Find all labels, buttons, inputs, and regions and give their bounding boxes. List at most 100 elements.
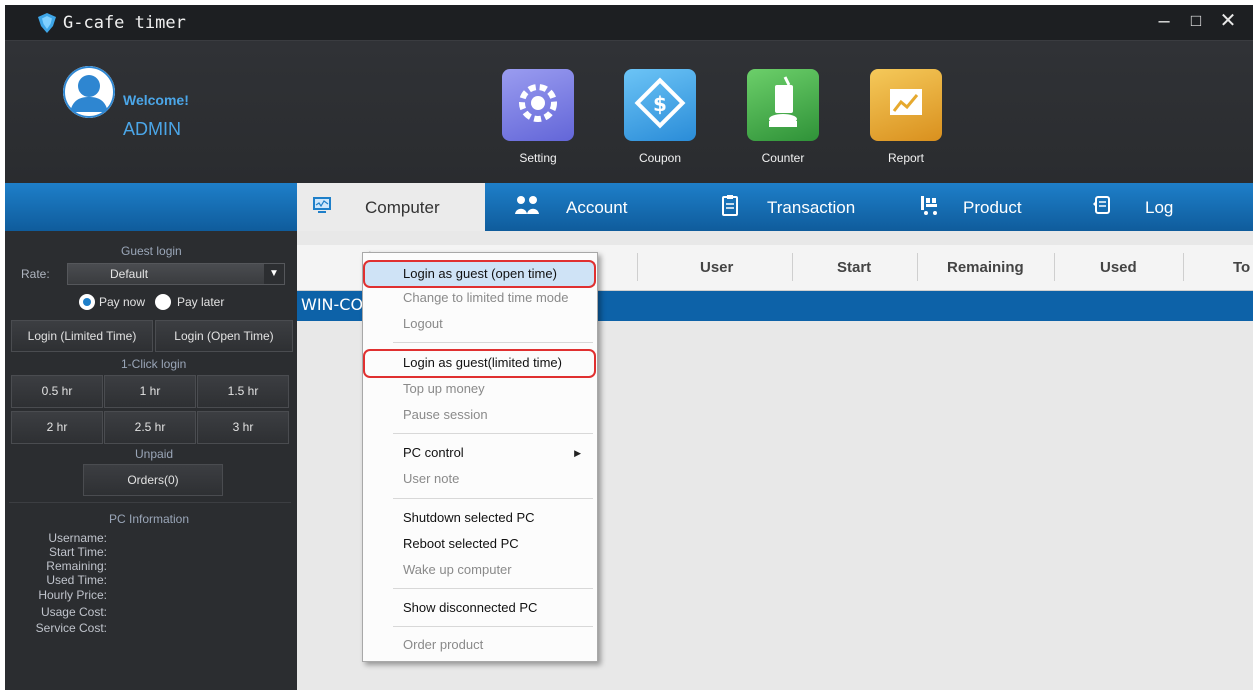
report-button[interactable]: Report (861, 69, 951, 165)
login-limited-button[interactable]: Login (Limited Time) (11, 320, 153, 352)
menu-change-limited[interactable]: Change to limited time mode (365, 286, 595, 310)
tab-bar: Computer Account Transaction Product Log (297, 183, 1253, 231)
user-avatar-icon (63, 66, 115, 118)
setting-label: Setting (519, 151, 557, 165)
menu-show-disconnected[interactable]: Show disconnected PC (365, 596, 595, 620)
menu-item-label: User note (403, 471, 460, 486)
column-separator (917, 253, 918, 281)
users-icon (515, 196, 539, 214)
tab-transaction-label: Transaction (767, 198, 856, 217)
menu-item-label: Order product (403, 637, 484, 652)
duration-3-button[interactable]: 3 hr (197, 411, 289, 444)
header: Welcome! ADMIN Setting $ Coupon Counter … (5, 41, 1253, 183)
tab-log-label: Log (1145, 198, 1174, 217)
tab-log[interactable]: Log (1087, 183, 1207, 231)
report-icon (870, 69, 942, 141)
menu-item-label: Top up money (403, 381, 485, 396)
menu-wake-up[interactable]: Wake up computer (365, 558, 595, 582)
pay-now-radio[interactable] (79, 294, 95, 310)
pc-name: WIN-CO (301, 295, 364, 314)
column-separator (1183, 253, 1184, 281)
app-title: G-cafe timer (63, 13, 186, 33)
cart-icon (921, 196, 937, 215)
duration-1-button[interactable]: 1 hr (104, 375, 196, 408)
duration-1-5-button[interactable]: 1.5 hr (197, 375, 289, 408)
tab-transaction[interactable]: Transaction (705, 183, 885, 231)
guest-login-title: Guest login (121, 244, 182, 258)
duration-2-5-button[interactable]: 2.5 hr (104, 411, 196, 444)
counter-button[interactable]: Counter (738, 69, 828, 165)
menu-order-product[interactable]: Order product (365, 633, 595, 657)
menu-separator (393, 433, 593, 434)
coupon-button[interactable]: $ Coupon (615, 69, 705, 165)
duration-2-button[interactable]: 2 hr (11, 411, 103, 444)
menu-item-label: Reboot selected PC (403, 536, 519, 551)
settings-icon (502, 69, 574, 141)
column-remaining[interactable]: Remaining (947, 259, 1024, 276)
maximize-button[interactable]: □ (1183, 9, 1209, 35)
menu-item-label: Pause session (403, 407, 488, 422)
info-hourly-price-label: Hourly Price: (38, 588, 107, 602)
svg-text:$: $ (653, 92, 667, 116)
admin-name: ADMIN (123, 119, 181, 139)
menu-pc-control[interactable]: PC control ▶ (365, 441, 595, 465)
column-user[interactable]: User (700, 259, 733, 276)
info-username-label: Username: (48, 531, 107, 545)
column-used[interactable]: Used (1100, 259, 1137, 276)
menu-item-label: Wake up computer (403, 562, 512, 577)
pay-later-radio[interactable] (155, 294, 171, 310)
menu-pause-session[interactable]: Pause session (365, 403, 595, 427)
tab-product-label: Product (963, 198, 1022, 217)
menu-user-note[interactable]: User note (365, 467, 595, 491)
tab-computer[interactable]: Computer (297, 183, 485, 231)
close-button[interactable]: ✕ (1215, 9, 1241, 35)
menu-separator (393, 626, 593, 627)
app-window: G-cafe timer – □ ✕ Welcome! ADMIN Settin… (5, 5, 1253, 690)
clipboard-icon (722, 195, 738, 216)
minimize-button[interactable]: – (1151, 9, 1177, 35)
highlight-box (363, 260, 596, 288)
info-start-time-label: Start Time: (48, 545, 107, 559)
menu-item-label: Shutdown selected PC (403, 510, 535, 525)
column-separator (637, 253, 638, 281)
counter-icon (747, 69, 819, 141)
logo-icon (38, 13, 56, 33)
avatar (63, 66, 115, 118)
title-bar: G-cafe timer – □ ✕ (5, 5, 1253, 41)
rate-value: Default (110, 267, 149, 281)
login-open-button[interactable]: Login (Open Time) (155, 320, 293, 352)
chevron-down-icon[interactable]: ▼ (264, 264, 284, 284)
menu-logout[interactable]: Logout (365, 312, 595, 336)
tab-account-label: Account (566, 198, 628, 217)
menu-item-label: Change to limited time mode (403, 290, 569, 305)
info-usage-cost-label: Usage Cost: (40, 605, 107, 619)
info-used-time-label: Used Time: (46, 573, 107, 587)
left-panel-header (5, 183, 297, 231)
rate-select[interactable]: Default ▼ (67, 263, 285, 285)
highlight-box (363, 349, 596, 378)
tab-computer-label: Computer (365, 198, 440, 217)
tab-product[interactable]: Product (905, 183, 1065, 231)
menu-shutdown[interactable]: Shutdown selected PC (365, 506, 595, 530)
menu-item-label: Logout (403, 316, 443, 331)
info-service-cost-label: Service Cost: (35, 621, 107, 635)
coupon-icon: $ (624, 69, 696, 141)
menu-separator (393, 498, 593, 499)
log-icon (1093, 196, 1110, 214)
report-label: Report (887, 151, 925, 165)
menu-top-up[interactable]: Top up money (365, 377, 595, 401)
counter-label: Counter (761, 151, 805, 165)
tab-account[interactable]: Account (504, 183, 674, 231)
submenu-arrow-icon: ▶ (574, 448, 581, 458)
menu-item-label: Show disconnected PC (403, 600, 538, 615)
column-total[interactable]: To (1233, 259, 1250, 276)
column-separator (1054, 253, 1055, 281)
menu-reboot[interactable]: Reboot selected PC (365, 532, 595, 556)
setting-button[interactable]: Setting (493, 69, 583, 165)
info-remaining-label: Remaining: (46, 559, 107, 573)
orders-button[interactable]: Orders(0) (83, 464, 223, 496)
duration-0-5-button[interactable]: 0.5 hr (11, 375, 103, 408)
column-separator (792, 253, 793, 281)
column-start[interactable]: Start (837, 259, 871, 276)
welcome-text: Welcome! (123, 92, 189, 108)
